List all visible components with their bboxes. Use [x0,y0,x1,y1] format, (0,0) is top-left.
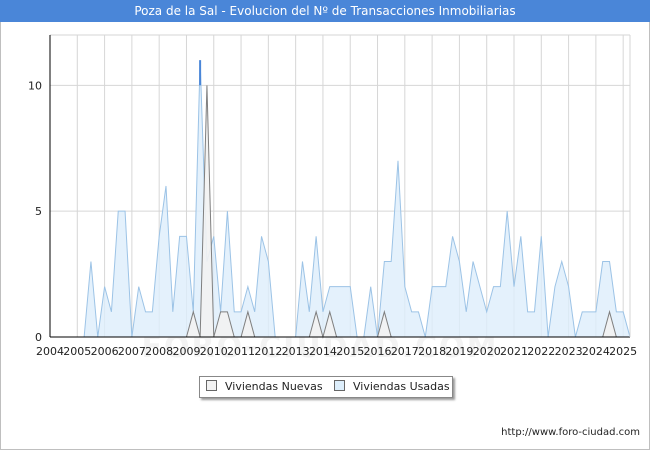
legend-item-nuevas: Viviendas Nuevas [206,380,323,394]
x-tick-label: 2006 [91,345,119,358]
x-tick-label: 2017 [391,345,419,358]
legend-item-usadas: Viviendas Usadas [334,380,450,394]
x-tick-label: 2024 [582,345,610,358]
chart-legend: Viviendas Nuevas Viviendas Usadas [199,376,453,398]
x-tick-label: 2022 [527,345,555,358]
legend-swatch-usadas [334,380,345,391]
x-tick-label: 2013 [282,345,310,358]
legend-label-usadas: Viviendas Usadas [353,380,450,393]
y-tick-label: 10 [28,79,42,92]
x-tick-label: 2012 [254,345,282,358]
x-tick-label: 2023 [555,345,583,358]
x-tick-label: 2025 [609,345,637,358]
x-tick-label: 2018 [418,345,446,358]
x-tick-label: 2016 [364,345,392,358]
x-tick-label: 2021 [500,345,528,358]
source-link[interactable]: http://www.foro-ciudad.com [501,427,640,438]
x-tick-label: 2020 [473,345,501,358]
legend-swatch-nuevas [206,380,217,391]
x-tick-label: 2004 [36,345,64,358]
x-tick-label: 2007 [118,345,146,358]
x-tick-label: 2009 [172,345,200,358]
x-tick-label: 2008 [145,345,173,358]
x-tick-label: 2019 [445,345,473,358]
x-tick-label: 2014 [309,345,337,358]
x-tick-label: 2010 [200,345,228,358]
legend-label-nuevas: Viviendas Nuevas [225,380,323,393]
x-tick-label: 2011 [227,345,255,358]
y-tick-label: 0 [35,331,42,344]
x-tick-label: 2015 [336,345,364,358]
y-tick-label: 5 [35,205,42,218]
x-tick-label: 2005 [63,345,91,358]
